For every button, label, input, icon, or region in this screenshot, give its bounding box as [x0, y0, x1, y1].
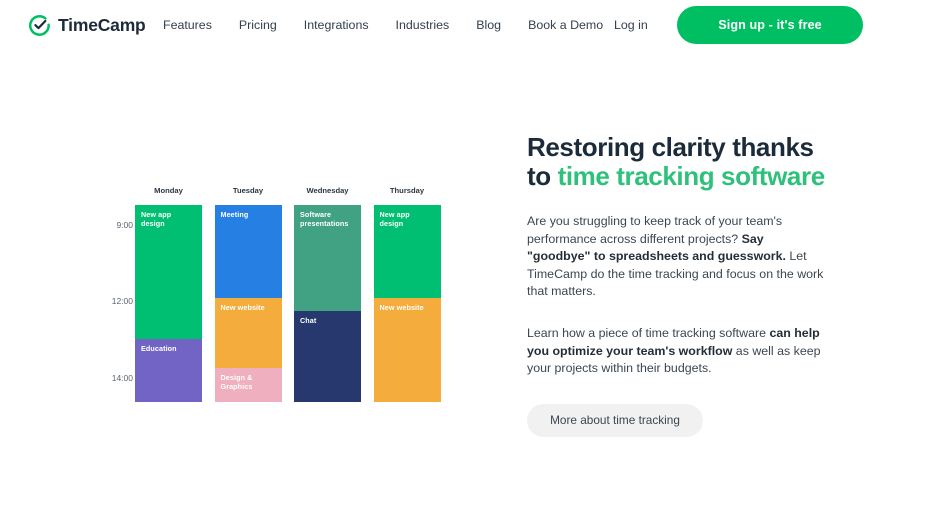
- signup-button[interactable]: Sign up - it's free: [677, 6, 863, 44]
- chart-task-label: Software presentations: [300, 210, 349, 229]
- chart-column-label: Wednesday: [306, 186, 349, 195]
- brand-logo[interactable]: TimeCamp: [28, 14, 146, 37]
- chart-task-segment[interactable]: Software presentations: [294, 205, 361, 311]
- chart-task-label: New app design: [141, 210, 172, 229]
- chart-task-segment[interactable]: New website: [214, 298, 282, 368]
- chart-task-label: Chat: [300, 316, 317, 325]
- chart-task-segment[interactable]: New app design: [135, 205, 202, 339]
- chart-column-label: Monday: [154, 186, 183, 195]
- chart-column-stack: Meeting New website Design & Graphics: [214, 205, 282, 402]
- login-link[interactable]: Log in: [614, 18, 648, 32]
- chart-y-tick: 9:00: [116, 220, 133, 230]
- hero-paragraph-1: Are you struggling to keep track of your…: [527, 213, 827, 301]
- chart-column-label: Tuesday: [232, 186, 264, 195]
- chart-column-stack: New app design New website: [373, 205, 441, 402]
- hero-content: Restoring clarity thanks to time trackin…: [527, 133, 827, 437]
- chart-y-tick: 12:00: [111, 296, 133, 306]
- chart-task-segment[interactable]: Chat: [294, 311, 361, 402]
- check-circle-icon: [29, 14, 50, 36]
- chart-task-segment[interactable]: Education: [135, 339, 202, 402]
- nav-item-industries[interactable]: Industries: [396, 18, 450, 32]
- paragraph-2-text-a: Learn how a piece of time tracking softw…: [527, 325, 770, 340]
- chart-y-axis: 9:00 12:00 14:00: [95, 186, 133, 411]
- nav-item-book-a-demo[interactable]: Book a Demo: [528, 18, 603, 32]
- chart-task-segment[interactable]: Design & Graphics: [214, 368, 282, 402]
- chart-task-label: Meeting: [220, 210, 249, 219]
- chart-columns: Monday New app design Education Tuesday Meet…: [135, 186, 475, 411]
- chart-column-stack: New app design Education: [135, 205, 202, 402]
- page-title: Restoring clarity thanks to time trackin…: [527, 133, 827, 191]
- weekly-timesheet-chart: 9:00 12:00 14:00 Monday New app design Educa…: [95, 186, 475, 411]
- chart-task-segment[interactable]: New app design: [373, 205, 441, 298]
- chart-column-label: Thursday: [389, 186, 425, 195]
- brand-name: TimeCamp: [58, 14, 146, 35]
- nav-item-integrations[interactable]: Integrations: [304, 18, 369, 32]
- chart-column-stack: Software presentations Chat: [294, 205, 361, 402]
- chart-task-label: New website: [220, 303, 265, 312]
- chart-task-label: New app design: [379, 210, 410, 229]
- chart-task-label: New website: [379, 303, 424, 312]
- top-navbar: TimeCamp Features Pricing Integrations I…: [0, 0, 935, 50]
- more-about-time-tracking-button[interactable]: More about time tracking: [527, 403, 703, 437]
- chart-y-tick: 14:00: [111, 373, 133, 383]
- headline-accent: time tracking software: [557, 161, 826, 191]
- hero-paragraph-2: Learn how a piece of time tracking softw…: [527, 325, 827, 378]
- nav-item-blog[interactable]: Blog: [476, 18, 501, 32]
- chart-task-segment[interactable]: Meeting: [214, 205, 282, 298]
- chart-task-segment[interactable]: New website: [373, 298, 441, 402]
- chart-task-label: Education: [141, 344, 177, 353]
- nav-item-features[interactable]: Features: [163, 18, 212, 32]
- nav-links: Features Pricing Integrations Industries…: [163, 18, 603, 32]
- nav-item-pricing[interactable]: Pricing: [239, 18, 277, 32]
- chart-task-label: Design & Graphics: [220, 373, 253, 392]
